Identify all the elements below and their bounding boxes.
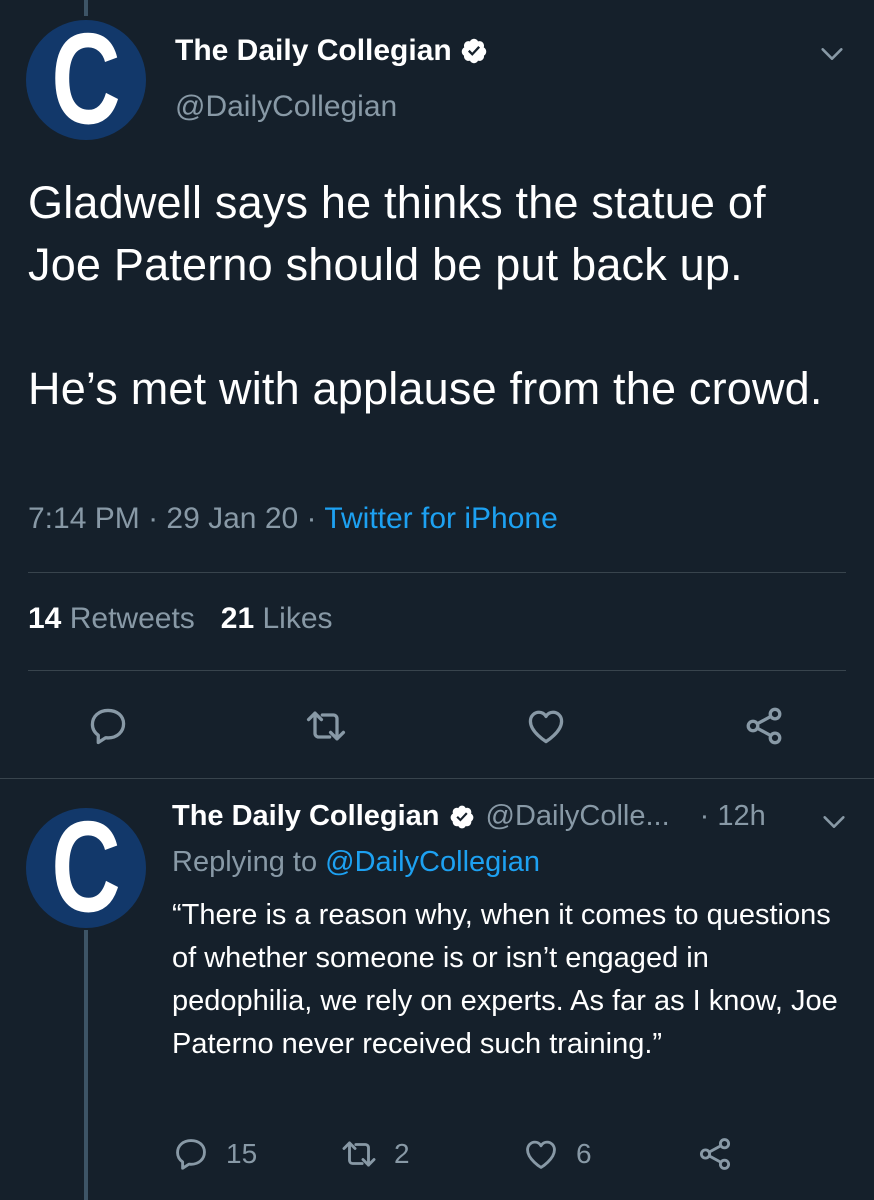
divider xyxy=(28,670,846,671)
avatar-letter: C xyxy=(51,20,121,140)
reply-count: 15 xyxy=(226,1138,258,1169)
reply-author-handle[interactable]: @DailyColle... xyxy=(486,800,670,833)
meta-separator: · xyxy=(139,502,167,535)
author-display-name[interactable]: The Daily Collegian xyxy=(175,34,452,68)
retweets-label: Retweets xyxy=(69,602,195,635)
engagement-stats: 14 Retweets 21 Likes xyxy=(28,602,333,636)
reply-reply-button[interactable]: 15 xyxy=(172,1132,257,1176)
meta-separator: · xyxy=(298,502,325,535)
tweet-meta: 7:14 PM · 29 Jan 20 · Twitter for iPhone xyxy=(28,502,558,536)
retweet-count: 2 xyxy=(394,1138,410,1169)
reply-time[interactable]: · 12h xyxy=(700,800,766,833)
reply-text: “There is a reason why, when it comes to… xyxy=(172,899,838,1060)
reply-header: The Daily Collegian @DailyColle... · 12h xyxy=(172,800,766,833)
tweet-source-link[interactable]: Twitter for iPhone xyxy=(324,502,557,535)
share-icon xyxy=(699,1138,731,1170)
thread-line xyxy=(84,0,88,16)
replying-prefix: Replying to xyxy=(172,846,326,878)
tweet-detail-page: C The Daily Collegian @DailyCollegian Gl… xyxy=(0,0,874,1200)
retweets-count: 14 xyxy=(28,602,62,635)
divider xyxy=(28,572,846,573)
author-handle[interactable]: @DailyCollegian xyxy=(175,90,397,124)
tweet-text: Gladwell says he thinks the statue of Jo… xyxy=(28,177,823,414)
chevron-down-icon[interactable] xyxy=(820,808,848,836)
verified-badge-icon xyxy=(460,37,488,65)
retweets-stat[interactable]: 14 Retweets xyxy=(28,602,195,635)
likes-stat[interactable]: 21 Likes xyxy=(221,602,333,635)
reply-retweet-button[interactable]: 2 xyxy=(340,1132,410,1176)
share-icon[interactable] xyxy=(742,704,786,748)
reply-like-button[interactable]: 6 xyxy=(522,1132,592,1176)
reply-avatar[interactable]: C xyxy=(26,808,146,928)
verified-badge-icon xyxy=(448,803,476,831)
avatar-letter: C xyxy=(51,808,121,928)
likes-count: 21 xyxy=(220,602,255,635)
like-icon[interactable] xyxy=(524,704,568,748)
retweet-icon xyxy=(342,1141,376,1167)
like-icon xyxy=(526,1140,556,1169)
divider xyxy=(0,778,874,779)
like-count: 6 xyxy=(576,1138,592,1169)
tweet-date: 29 Jan 20 xyxy=(166,502,299,535)
replying-to: Replying to @DailyCollegian xyxy=(172,846,540,879)
chevron-down-icon[interactable] xyxy=(818,40,846,68)
author-name-row[interactable]: The Daily Collegian xyxy=(175,34,488,68)
likes-label: Likes xyxy=(262,602,333,635)
thread-line xyxy=(84,930,88,1200)
reply-share-button[interactable] xyxy=(696,1132,734,1176)
avatar[interactable]: C xyxy=(26,20,146,140)
reply-icon xyxy=(176,1139,206,1170)
reply-icon[interactable] xyxy=(86,704,130,748)
tweet-time: 7:14 PM xyxy=(28,502,140,535)
reply-author-name[interactable]: The Daily Collegian xyxy=(172,800,440,833)
replying-to-mention[interactable]: @DailyCollegian xyxy=(325,846,540,878)
retweet-icon[interactable] xyxy=(304,704,348,748)
